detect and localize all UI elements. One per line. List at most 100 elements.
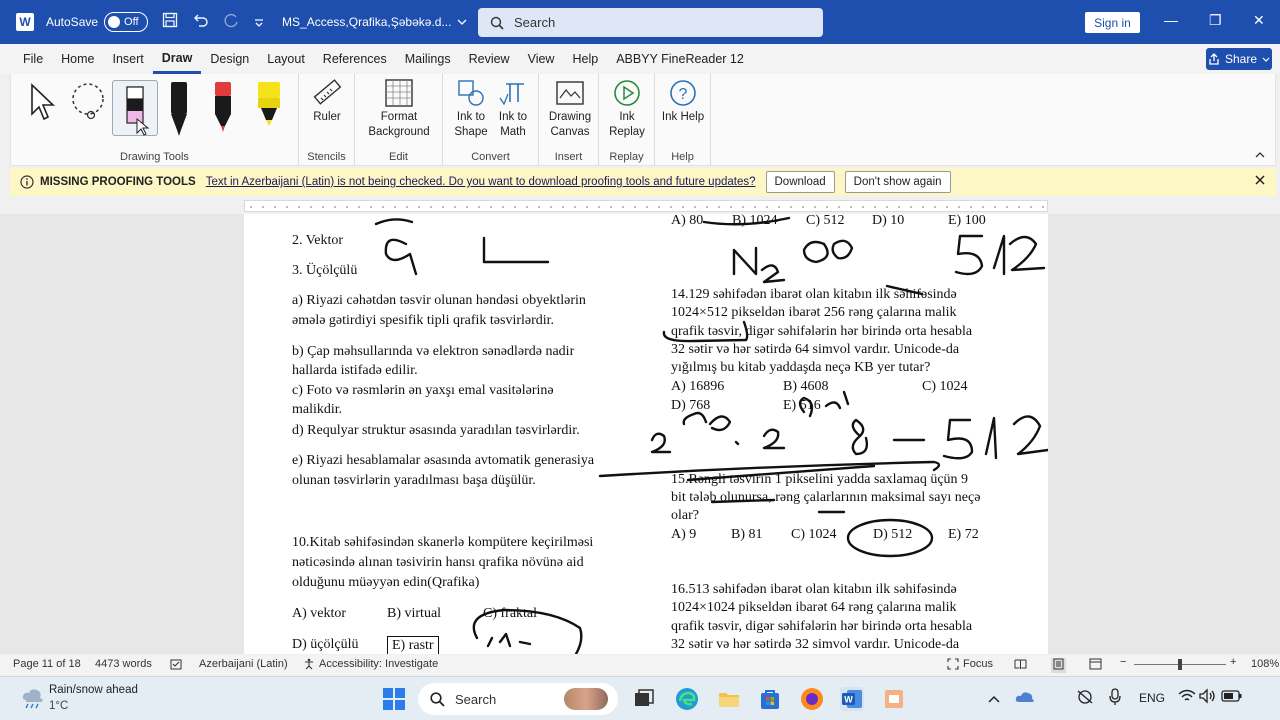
- zoom-in-button[interactable]: +: [1230, 656, 1236, 668]
- proofing-icon[interactable]: [170, 658, 182, 673]
- accessibility-icon[interactable]: [303, 658, 315, 673]
- customize-toolbar-icon[interactable]: [254, 14, 264, 31]
- autosave-toggle[interactable]: Off: [104, 12, 149, 32]
- weather-title[interactable]: Rain/snow ahead: [49, 684, 138, 696]
- draw-ribbon: Drawing Tools Ruler Stencils Format Back…: [10, 74, 1276, 166]
- tab-help[interactable]: Help: [563, 44, 607, 74]
- zoom-out-button[interactable]: −: [1120, 656, 1126, 668]
- drawing-tools-label: Drawing Tools: [120, 151, 189, 163]
- restore-button[interactable]: ❐: [1209, 12, 1222, 29]
- drawing-canvas-label: Drawing Canvas: [548, 111, 592, 138]
- print-layout-icon[interactable]: [1051, 658, 1066, 673]
- file-explorer-icon[interactable]: [717, 687, 741, 711]
- ink-to-shape-button[interactable]: Ink to Shape: [451, 78, 491, 140]
- save-icon[interactable]: [162, 12, 178, 32]
- network-off-icon[interactable]: [1076, 689, 1094, 708]
- ruler-button[interactable]: Ruler: [307, 78, 347, 125]
- document-title[interactable]: MS_Access,Qrafika,Şəbəkə.d...: [282, 15, 467, 29]
- search-highlight-icon: [564, 688, 608, 710]
- close-button[interactable]: ✕: [1253, 12, 1265, 29]
- edit-label: Edit: [389, 151, 408, 163]
- lasso-select-icon[interactable]: [69, 82, 107, 125]
- search-box[interactable]: Search: [478, 8, 823, 37]
- tab-references[interactable]: References: [314, 44, 396, 74]
- download-button[interactable]: Download: [765, 171, 835, 193]
- share-icon: [1209, 53, 1219, 65]
- ink-replay-label: Ink Replay: [609, 111, 645, 138]
- firefox-icon[interactable]: [800, 687, 824, 711]
- read-mode-icon[interactable]: [1014, 658, 1027, 673]
- drawing-canvas-button[interactable]: Drawing Canvas: [545, 78, 595, 140]
- format-background-icon: [385, 79, 413, 107]
- answer-option: A) vektor: [292, 606, 347, 621]
- minimize-button[interactable]: —: [1164, 12, 1178, 28]
- chevron-up-icon[interactable]: [988, 692, 1000, 706]
- doc-line: 32 sətir və hər sətirdə 32 simvol vardır…: [671, 637, 960, 652]
- status-bar: Page 11 of 18 4473 words Azerbaijani (La…: [0, 655, 1280, 675]
- doc-line: d) Requlyar struktur əsasında yaradılan …: [292, 423, 580, 438]
- document-page[interactable]: 2. Vektor 3. Üçölçülü a) Riyazi cəhətdən…: [244, 214, 1048, 654]
- cloud-sync-icon[interactable]: [1015, 689, 1035, 708]
- horizontal-ruler[interactable]: [0, 198, 1280, 214]
- input-language[interactable]: ENG: [1139, 691, 1165, 705]
- focus-button[interactable]: Focus: [963, 658, 993, 670]
- tab-layout[interactable]: Layout: [258, 44, 314, 74]
- windows-start-icon[interactable]: [382, 687, 406, 711]
- ink-to-math-button[interactable]: Ink to Math: [493, 78, 533, 140]
- page-count[interactable]: Page 11 of 18: [13, 658, 81, 670]
- word-taskbar-icon[interactable]: W: [840, 687, 864, 711]
- dont-show-again-button[interactable]: Don't show again: [844, 171, 951, 193]
- yellow-highlighter-icon[interactable]: [255, 80, 283, 139]
- share-button[interactable]: Share: [1206, 48, 1272, 70]
- tab-file[interactable]: File: [14, 44, 52, 74]
- accessibility-status[interactable]: Accessibility: Investigate: [319, 658, 438, 670]
- zoom-level[interactable]: 108%: [1251, 658, 1279, 670]
- tab-abbyy-finereader-12[interactable]: ABBYY FineReader 12: [607, 44, 753, 74]
- focus-icon[interactable]: [947, 658, 959, 673]
- answer-option: A) 9: [671, 527, 697, 542]
- close-icon[interactable]: [1254, 174, 1266, 189]
- format-background-button[interactable]: Format Background: [361, 78, 437, 140]
- doc-line: 16.513 səhifədən ibarət olan kitabın ilk…: [671, 582, 957, 597]
- zoom-slider-thumb[interactable]: [1178, 659, 1182, 670]
- ink-help-button[interactable]: ? Ink Help: [661, 78, 705, 125]
- answer-option: C) fraktal: [483, 606, 538, 621]
- language-status[interactable]: Azerbaijani (Latin): [199, 658, 288, 670]
- ink-replay-button[interactable]: Ink Replay: [605, 78, 649, 140]
- ink-help-label: Ink Help: [661, 111, 705, 123]
- info-icon: [20, 175, 34, 189]
- edge-browser-icon[interactable]: [675, 687, 699, 711]
- tab-view[interactable]: View: [519, 44, 564, 74]
- word-count[interactable]: 4473 words: [95, 658, 152, 670]
- tab-insert[interactable]: Insert: [104, 44, 153, 74]
- tab-design[interactable]: Design: [201, 44, 258, 74]
- tab-draw[interactable]: Draw: [152, 44, 202, 74]
- undo-icon[interactable]: [192, 12, 210, 32]
- wifi-icon[interactable]: [1178, 689, 1196, 706]
- taskbar-search[interactable]: Search: [418, 683, 618, 715]
- collapse-ribbon-icon[interactable]: [1255, 147, 1265, 161]
- microphone-icon[interactable]: [1108, 688, 1122, 709]
- task-view-icon[interactable]: [632, 687, 656, 711]
- volume-icon[interactable]: [1199, 688, 1217, 706]
- zoom-slider[interactable]: [1134, 659, 1226, 670]
- tab-mailings[interactable]: Mailings: [396, 44, 460, 74]
- doc-line: nəticəsində alınan təsivirin hansı qrafi…: [292, 555, 584, 570]
- tab-home[interactable]: Home: [52, 44, 103, 74]
- select-pointer-icon[interactable]: [29, 82, 59, 125]
- red-pen-icon[interactable]: [211, 80, 235, 139]
- ink-help-icon: ?: [670, 80, 696, 106]
- doc-line: e) Riyazi hesablamalar əsasında avtomati…: [292, 453, 595, 468]
- store-icon[interactable]: [758, 687, 782, 711]
- web-layout-icon[interactable]: [1089, 658, 1102, 673]
- battery-icon[interactable]: [1221, 689, 1243, 706]
- infobar-message-link[interactable]: Text in Azerbaijani (Latin) is not being…: [206, 176, 756, 188]
- weather-icon[interactable]: [20, 686, 46, 713]
- redo-icon[interactable]: [224, 12, 240, 32]
- black-pen-icon[interactable]: [167, 80, 191, 139]
- tab-review[interactable]: Review: [460, 44, 519, 74]
- eraser-tool[interactable]: [112, 80, 158, 136]
- sign-in-button[interactable]: Sign in: [1085, 12, 1140, 33]
- document-area[interactable]: 2. Vektor 3. Üçölçülü a) Riyazi cəhətdən…: [0, 214, 1280, 654]
- presentation-app-icon[interactable]: [882, 687, 906, 711]
